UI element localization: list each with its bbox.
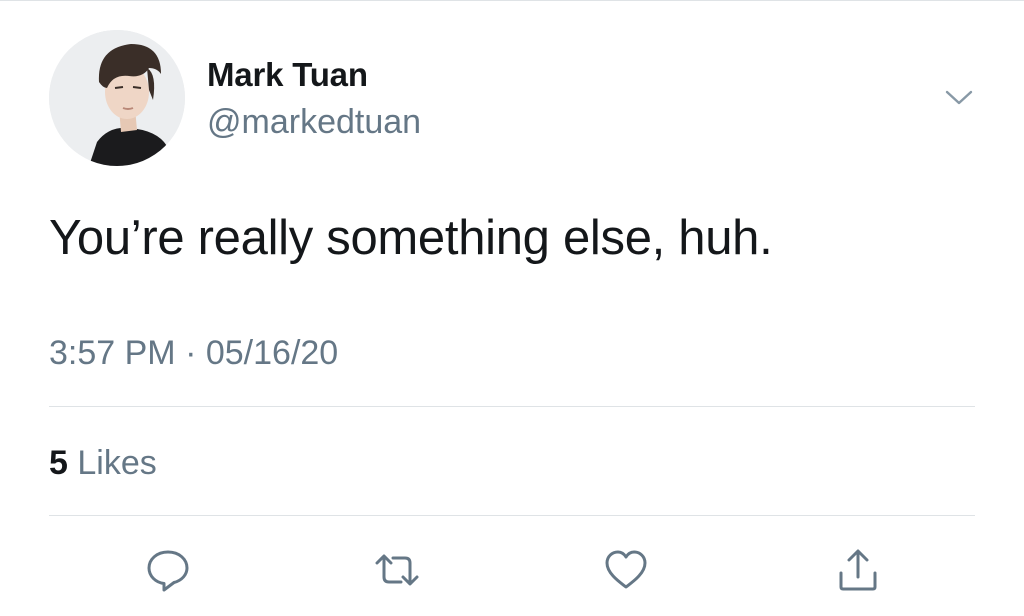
top-divider bbox=[0, 0, 1024, 1]
avatar-photo bbox=[49, 30, 185, 166]
reply-icon bbox=[147, 550, 189, 592]
retweet-icon bbox=[375, 554, 419, 586]
timestamp-separator: · bbox=[185, 334, 197, 372]
chevron-down-icon[interactable] bbox=[942, 84, 976, 110]
share-icon bbox=[839, 549, 877, 591]
likes-count: 5 bbox=[49, 444, 68, 482]
divider bbox=[49, 515, 975, 516]
author-display-name[interactable]: Mark Tuan bbox=[207, 56, 368, 94]
heart-icon bbox=[605, 550, 647, 589]
reply-button[interactable] bbox=[143, 545, 193, 595]
tweet-date: 05/16/20 bbox=[205, 334, 339, 372]
divider bbox=[49, 406, 975, 407]
likes-label: Likes bbox=[77, 444, 157, 482]
share-button[interactable] bbox=[833, 545, 883, 595]
retweet-button[interactable] bbox=[372, 545, 422, 595]
likes-stat[interactable]: 5 Likes bbox=[49, 444, 157, 483]
tweet-text: You’re really something else, huh. bbox=[49, 211, 773, 265]
author-handle[interactable]: @markedtuan bbox=[207, 103, 421, 142]
avatar[interactable] bbox=[49, 30, 185, 166]
tweet-time: 3:57 PM bbox=[49, 334, 176, 372]
like-button[interactable] bbox=[601, 545, 651, 595]
tweet-timestamp[interactable]: 3:57 PM · 05/16/20 bbox=[49, 334, 338, 373]
